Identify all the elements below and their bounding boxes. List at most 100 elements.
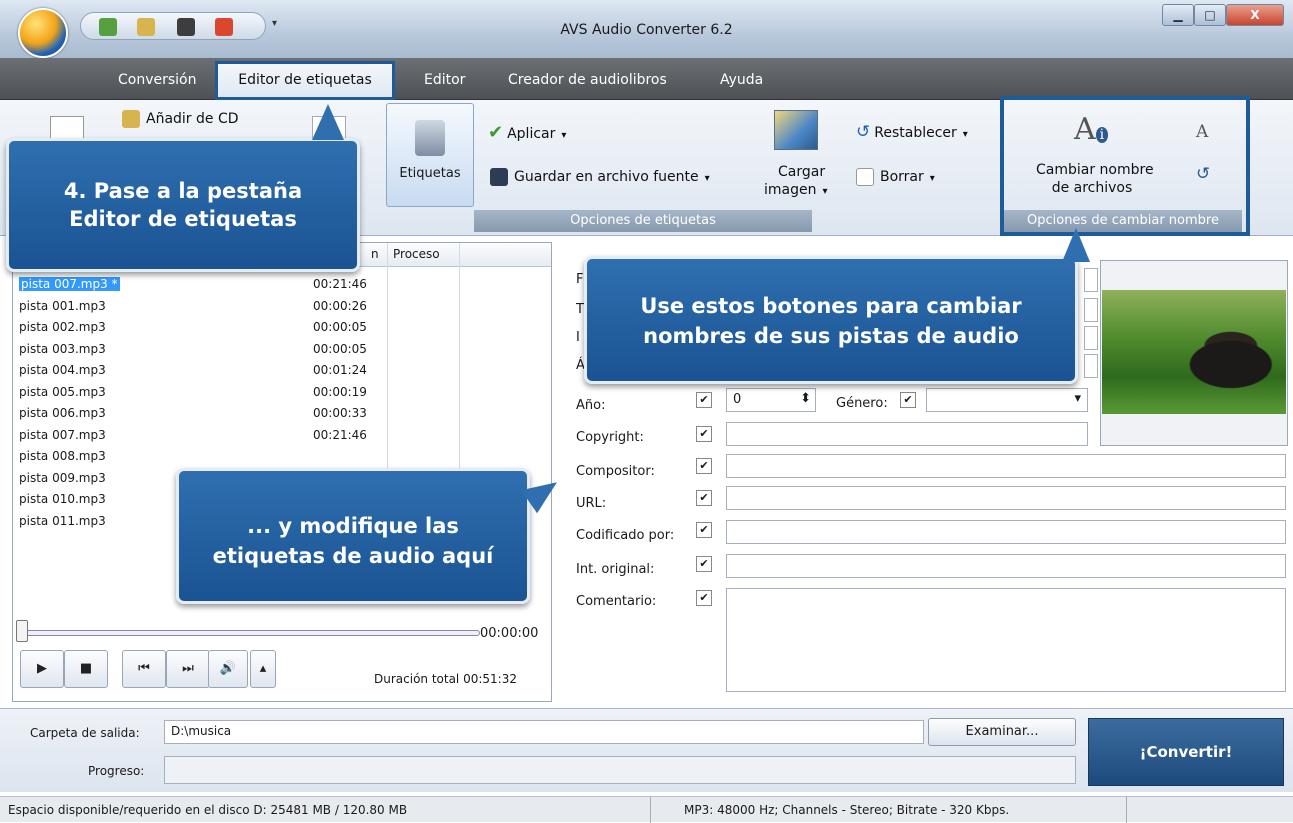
field-label-partial: F xyxy=(576,272,584,287)
file-duration: 00:00:19 xyxy=(313,384,367,399)
status-bar: Espacio disponible/requerido en el disco… xyxy=(0,796,1293,823)
previous-button[interactable]: ⏮ xyxy=(122,650,166,688)
tag-field-edge[interactable] xyxy=(1084,326,1098,350)
file-list-row[interactable]: pista 003.mp3 00:00:05 xyxy=(17,338,537,362)
file-duration: 00:00:26 xyxy=(313,298,367,313)
add-cd-button[interactable]: Añadir de CD xyxy=(122,110,239,128)
column-process[interactable]: Proceso xyxy=(393,247,440,261)
file-list-row[interactable]: pista 001.mp3 00:00:26 xyxy=(17,295,537,319)
original-artist-input[interactable] xyxy=(726,554,1286,578)
genre-select[interactable]: ▾ xyxy=(926,388,1088,412)
tag-field-edge[interactable] xyxy=(1084,298,1098,322)
original-artist-checkbox[interactable]: ✔ xyxy=(696,556,712,572)
composer-checkbox[interactable]: ✔ xyxy=(696,458,712,474)
reset-dropdown-icon: ▾ xyxy=(962,129,968,140)
callout-step4-pointer xyxy=(312,104,344,140)
progress-label: Progreso: xyxy=(88,764,145,778)
tab-audiobook-creator[interactable]: Creador de audiolibros xyxy=(508,72,667,88)
year-checkbox[interactable]: ✔ xyxy=(696,392,712,408)
file-list-row[interactable]: pista 006.mp3 00:00:33 xyxy=(17,402,537,426)
tag-field-edge[interactable] xyxy=(1084,268,1098,292)
clear-button[interactable]: Borrar ▾ xyxy=(856,168,935,186)
comment-checkbox[interactable]: ✔ xyxy=(696,590,712,606)
apply-button[interactable]: ✔ Aplicar ▾ xyxy=(488,122,566,143)
copyright-checkbox[interactable]: ✔ xyxy=(696,426,712,442)
tags-icon xyxy=(415,120,445,156)
minimize-button[interactable]: ▁ xyxy=(1162,4,1194,26)
maximize-button[interactable]: □ xyxy=(1194,4,1226,26)
column-duration[interactable]: n xyxy=(371,247,379,261)
copyright-label: Copyright: xyxy=(576,430,644,445)
save-icon xyxy=(490,168,508,186)
year-input[interactable]: 0 ⬍ xyxy=(726,388,816,412)
play-button[interactable]: ▶ xyxy=(20,650,64,688)
group-label-tags: Opciones de etiquetas xyxy=(474,210,812,232)
genre-dropdown-icon: ▾ xyxy=(1074,391,1081,406)
quick-access-toolbar xyxy=(80,12,266,40)
url-checkbox[interactable]: ✔ xyxy=(696,490,712,506)
callout-rename-line2: nombres de sus pistas de audio xyxy=(643,324,1019,348)
load-image-label[interactable]: Cargar xyxy=(778,164,825,180)
load-image-sub[interactable]: imagen ▾ xyxy=(764,182,828,198)
year-spinner-icon[interactable]: ⬍ xyxy=(800,391,811,406)
convert-button[interactable]: ¡Convertir! xyxy=(1088,718,1284,786)
remove-file-icon[interactable] xyxy=(215,18,233,36)
load-image-dropdown-icon: ▾ xyxy=(822,186,828,197)
progress-bar xyxy=(164,756,1076,784)
add-file-icon[interactable] xyxy=(99,18,117,36)
total-duration: Duración total 00:51:32 xyxy=(374,672,517,686)
encoded-by-checkbox[interactable]: ✔ xyxy=(696,522,712,538)
quick-access-dropdown[interactable]: ▾ xyxy=(272,18,277,29)
stop-button[interactable]: ■ xyxy=(64,650,108,688)
disk-space-status: Espacio disponible/requerido en el disco… xyxy=(8,803,408,817)
tab-tag-editor[interactable]: Editor de etiquetas xyxy=(215,61,395,100)
browse-button[interactable]: Examinar... xyxy=(928,718,1076,746)
check-icon: ✔ xyxy=(488,122,504,143)
reset-button[interactable]: ↺ Restablecer ▾ xyxy=(856,122,968,142)
file-list-row[interactable]: pista 007.mp3 * 00:21:46 xyxy=(17,273,537,297)
file-list-row[interactable]: pista 005.mp3 00:00:19 xyxy=(17,381,537,405)
close-button[interactable]: X xyxy=(1226,4,1284,26)
file-list-row[interactable]: pista 007.mp3 00:21:46 xyxy=(17,424,537,448)
url-input[interactable] xyxy=(726,486,1286,510)
seek-handle[interactable] xyxy=(16,620,28,642)
next-button[interactable]: ⏭ xyxy=(166,650,210,688)
tag-field-edge[interactable] xyxy=(1084,354,1098,378)
comment-textarea[interactable] xyxy=(726,588,1286,692)
encoded-by-input[interactable] xyxy=(726,520,1286,544)
tab-conversion[interactable]: Conversión xyxy=(118,72,197,88)
callout-rename-pointer xyxy=(1062,228,1090,262)
image-icon[interactable] xyxy=(774,110,818,150)
file-list-row[interactable]: pista 004.mp3 00:01:24 xyxy=(17,359,537,383)
add-cd-icon[interactable] xyxy=(137,18,155,36)
app-logo-button[interactable] xyxy=(18,8,68,58)
file-name: pista 010.mp3 xyxy=(19,492,106,506)
genre-checkbox[interactable]: ✔ xyxy=(900,392,916,408)
tags-button[interactable]: Etiquetas xyxy=(386,103,474,207)
file-list-row[interactable]: pista 002.mp3 00:00:05 xyxy=(17,316,537,340)
reset-icon: ↺ xyxy=(856,122,871,142)
file-duration: 00:00:05 xyxy=(313,341,367,356)
file-duration: 00:01:24 xyxy=(313,363,367,377)
output-folder-label: Carpeta de salida: xyxy=(30,726,140,740)
volume-up-button[interactable]: ▴ xyxy=(250,650,276,688)
copyright-input[interactable] xyxy=(726,422,1088,446)
file-list-row[interactable]: pista 008.mp3 xyxy=(17,445,537,469)
volume-button[interactable]: 🔊 xyxy=(208,650,248,688)
url-label: URL: xyxy=(576,496,607,511)
save-label: Guardar en archivo fuente xyxy=(514,169,699,185)
seek-bar[interactable] xyxy=(20,630,480,636)
rename-highlight xyxy=(1000,96,1250,236)
apply-label: Aplicar xyxy=(507,126,556,142)
clear-label: Borrar xyxy=(880,169,924,185)
video-icon[interactable] xyxy=(177,18,195,36)
save-to-source-button[interactable]: Guardar en archivo fuente ▾ xyxy=(490,168,710,186)
output-folder-input[interactable]: D:\musica xyxy=(164,720,924,744)
reset-label: Restablecer xyxy=(874,125,957,141)
tab-editor[interactable]: Editor xyxy=(424,72,465,88)
add-cd-label: Añadir de CD xyxy=(146,111,239,127)
tab-help[interactable]: Ayuda xyxy=(720,72,763,88)
encoded-by-label: Codificado por: xyxy=(576,528,675,543)
composer-input[interactable] xyxy=(726,454,1286,478)
file-name: pista 008.mp3 xyxy=(19,449,106,463)
